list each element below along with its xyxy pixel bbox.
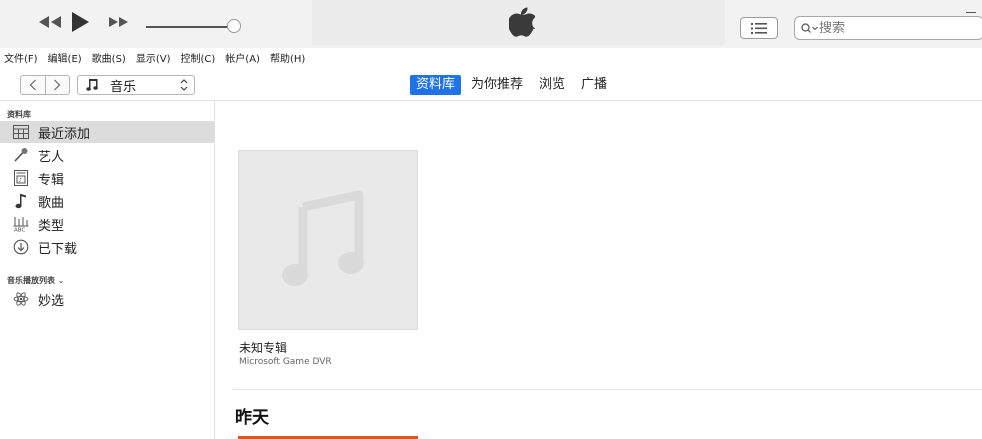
section-heading-yesterday: 昨天: [235, 408, 269, 428]
microphone-icon: [13, 147, 29, 163]
media-kind-selector[interactable]: 音乐: [77, 75, 195, 95]
recently-added-icon: [13, 124, 29, 140]
menu-edit[interactable]: 编辑(E): [43, 50, 87, 65]
apple-logo-icon: [509, 7, 535, 37]
forward-button[interactable]: [44, 76, 70, 94]
sidebar-item-label: 专辑: [38, 172, 65, 188]
rewind-button[interactable]: [37, 10, 63, 34]
sidebar-item-artists[interactable]: 艺人: [0, 144, 214, 166]
music-note-placeholder-icon: [282, 190, 364, 286]
sidebar-item-label: 已下载: [38, 241, 78, 257]
download-icon: [13, 239, 29, 255]
minimize-icon[interactable]: [966, 12, 976, 13]
menu-help[interactable]: 帮助(H): [265, 50, 310, 65]
sidebar-item-label: 歌曲: [38, 195, 65, 211]
media-kind-label: 音乐: [110, 79, 137, 95]
chevron-right-icon: [54, 79, 61, 91]
fast-forward-icon: [109, 17, 128, 27]
volume-slider-track[interactable]: [146, 26, 232, 28]
play-button[interactable]: [70, 10, 92, 34]
menu-controls[interactable]: 控制(C): [176, 50, 221, 65]
fast-forward-button[interactable]: [108, 10, 130, 34]
genius-atom-icon: [13, 291, 29, 307]
up-next-list-button[interactable]: [740, 17, 778, 39]
list-icon: [751, 22, 767, 34]
sidebar: 资料库 最近添加 艺人 ♪ 专辑 歌曲 ABC 类型 已下载 音乐播放列表 ⌄ …: [0, 101, 215, 439]
menu-bar: 文件(F) 编辑(E) 歌曲(S) 显示(V) 控制(C) 帐户(A) 帮助(H…: [0, 48, 982, 66]
chevron-left-icon: [29, 79, 36, 91]
sidebar-item-label: 妙选: [38, 293, 65, 309]
sidebar-item-label: 类型: [38, 218, 65, 234]
rewind-icon: [39, 16, 61, 28]
section-divider: [233, 389, 982, 390]
sidebar-section-label: 音乐播放列表: [7, 276, 55, 285]
main-tabs: 资料库 为你推荐 浏览 广播: [410, 75, 617, 95]
player-toolbar: [0, 0, 982, 48]
svg-text:ABC: ABC: [14, 228, 25, 233]
menu-file[interactable]: 文件(F): [0, 50, 43, 65]
search-input[interactable]: [819, 20, 959, 36]
sidebar-item-label: 最近添加: [38, 126, 91, 142]
sidebar-item-albums[interactable]: ♪ 专辑: [0, 167, 214, 189]
volume-slider-knob[interactable]: [227, 19, 241, 33]
tab-radio[interactable]: 广播: [575, 75, 613, 95]
tab-browse[interactable]: 浏览: [533, 75, 571, 95]
back-button[interactable]: [21, 76, 45, 94]
now-playing-display: [312, 0, 725, 45]
sidebar-section-playlists[interactable]: 音乐播放列表 ⌄: [7, 275, 65, 286]
up-down-chevron-icon: [180, 78, 188, 95]
music-note-icon: [13, 193, 29, 209]
music-note-icon: [86, 79, 98, 91]
album-artwork-placeholder[interactable]: [238, 150, 418, 330]
tab-library[interactable]: 资料库: [410, 75, 462, 95]
sidebar-item-genres[interactable]: ABC 类型: [0, 213, 214, 235]
tab-for-you[interactable]: 为你推荐: [465, 75, 529, 95]
menu-song[interactable]: 歌曲(S): [87, 50, 131, 65]
album-artist[interactable]: Microsoft Game DVR: [239, 357, 332, 367]
sidebar-item-label: 艺人: [38, 149, 65, 165]
search-field[interactable]: [794, 16, 982, 40]
play-icon: [72, 12, 89, 32]
search-icon: [801, 22, 818, 33]
navigation-row: 音乐 资料库 为你推荐 浏览 广播: [0, 70, 982, 100]
sidebar-item-downloaded[interactable]: 已下载: [0, 236, 214, 258]
album-title[interactable]: 未知专辑: [239, 339, 287, 356]
sidebar-item-recently-added[interactable]: 最近添加: [0, 121, 214, 143]
sidebar-section-library: 资料库: [7, 110, 31, 119]
album-icon: ♪: [13, 170, 29, 186]
history-nav: [20, 75, 70, 95]
menu-account[interactable]: 帐户(A): [220, 50, 265, 65]
svg-text:♪: ♪: [18, 177, 22, 184]
chevron-down-icon: ⌄: [57, 276, 65, 285]
menu-view[interactable]: 显示(V): [131, 50, 176, 65]
sidebar-item-songs[interactable]: 歌曲: [0, 190, 214, 212]
sidebar-item-genius[interactable]: 妙选: [0, 288, 214, 310]
genre-icon: ABC: [13, 216, 29, 232]
